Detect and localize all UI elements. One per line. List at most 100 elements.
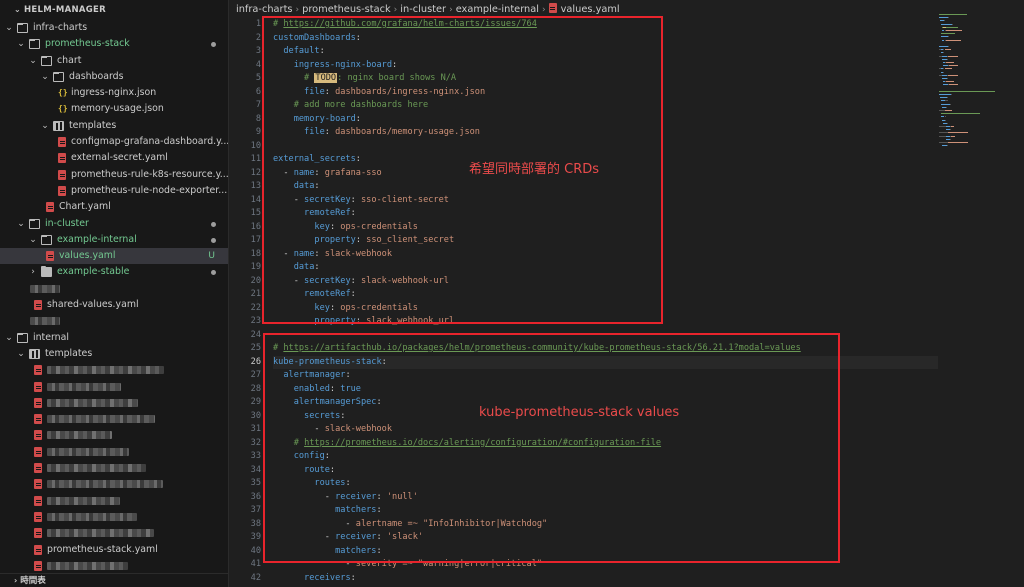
tree-file[interactable]: prometheus-stack.yaml bbox=[0, 542, 228, 558]
tree-file[interactable] bbox=[0, 379, 228, 395]
minimap-line bbox=[948, 84, 959, 86]
minimap-line bbox=[945, 119, 947, 121]
tree-file[interactable]: {} ingress-nginx.json bbox=[0, 85, 228, 101]
yaml-file-icon bbox=[34, 544, 42, 555]
tree-file[interactable]: Chart.yaml bbox=[0, 199, 228, 215]
chevron-down-icon[interactable]: ⌄ bbox=[4, 20, 14, 36]
line-number: 18 bbox=[250, 248, 261, 259]
section-chevron-icon[interactable]: ⌄ bbox=[14, 5, 21, 14]
breadcrumb-separator-icon: › bbox=[449, 5, 453, 15]
tree-folder[interactable]: ⌄ templates bbox=[0, 118, 228, 134]
minimap-line bbox=[941, 36, 948, 38]
tree-file[interactable]: shared-values.yaml bbox=[0, 297, 228, 313]
tree-file[interactable] bbox=[0, 281, 228, 297]
tree-file[interactable] bbox=[0, 411, 228, 427]
tree-item-label: example-stable bbox=[57, 266, 130, 278]
breadcrumb-item[interactable]: in-cluster bbox=[400, 4, 446, 15]
minimap-line bbox=[939, 46, 948, 47]
tree-file[interactable] bbox=[0, 525, 228, 541]
explorer-header: ⌄ HELM-MANAGER bbox=[0, 0, 228, 20]
breadcrumb-item[interactable]: prometheus-stack bbox=[302, 4, 391, 15]
yaml-key: receivers bbox=[304, 572, 351, 583]
chevron-down-icon[interactable]: ⌄ bbox=[16, 36, 26, 52]
minimap-line bbox=[948, 55, 958, 57]
line-number: 10 bbox=[250, 140, 261, 151]
tree-file[interactable] bbox=[0, 460, 228, 476]
minimap-line bbox=[940, 14, 968, 15]
line-number: 13 bbox=[250, 181, 261, 191]
chevron-down-icon[interactable]: ⌄ bbox=[16, 216, 26, 232]
line-number: 25 bbox=[250, 343, 261, 353]
minimap[interactable] bbox=[939, 14, 1014, 194]
tree-file[interactable] bbox=[0, 509, 228, 525]
tree-file[interactable] bbox=[0, 427, 228, 443]
tree-file[interactable]: external-secret.yaml bbox=[0, 150, 228, 166]
minimap-line bbox=[940, 90, 996, 92]
tree-file[interactable] bbox=[0, 362, 228, 378]
editor-pane: infra-charts › prometheus-stack › in-cluster… bbox=[229, 0, 1024, 587]
yaml-file-icon bbox=[34, 414, 42, 425]
minimap-line bbox=[941, 23, 952, 25]
timeline-section[interactable]: › 時間表 bbox=[0, 573, 228, 587]
minimap-line bbox=[947, 46, 949, 47]
tree-file[interactable] bbox=[0, 476, 228, 492]
tree-file[interactable] bbox=[0, 444, 228, 460]
tree-file[interactable]: prometheus-rule-k8s-resource.y... bbox=[0, 167, 228, 183]
tree-file[interactable]: values.yaml U bbox=[0, 248, 228, 265]
workspace-title[interactable]: HELM-MANAGER bbox=[24, 5, 106, 15]
tree-file[interactable]: configmap-grafana-dashboard.y... bbox=[0, 134, 228, 150]
line-number: 6 bbox=[255, 86, 261, 97]
chevron-down-icon[interactable]: ⌄ bbox=[28, 232, 38, 248]
tree-file[interactable] bbox=[0, 395, 228, 411]
tree-folder[interactable]: ⌄ in-cluster bbox=[0, 216, 228, 232]
tree-file[interactable]: prometheus-rule-node-exporter.... bbox=[0, 183, 228, 199]
code-line[interactable]: receivers: bbox=[273, 572, 933, 586]
tree-folder[interactable]: ⌄ chart bbox=[0, 53, 228, 69]
line-number: 22 bbox=[250, 302, 261, 313]
line-number: 36 bbox=[250, 491, 261, 502]
tree-folder[interactable]: ⌄ templates bbox=[0, 346, 228, 362]
folder-icon bbox=[53, 71, 64, 82]
minimap-line bbox=[947, 58, 949, 60]
minimap-line bbox=[947, 78, 949, 79]
explorer-sidebar: ⌄ HELM-MANAGER ⌄ infra-charts ⌄ prometheus-s… bbox=[0, 0, 229, 587]
line-number: 5 bbox=[255, 73, 261, 83]
json-file-icon: {} bbox=[58, 104, 68, 114]
tree-file[interactable] bbox=[0, 558, 228, 574]
minimap-line bbox=[948, 65, 959, 67]
folder-icon bbox=[17, 23, 28, 33]
tree-folder[interactable]: ⌄ internal bbox=[0, 330, 228, 346]
line-number: 12 bbox=[250, 167, 261, 178]
tree-file[interactable] bbox=[0, 493, 228, 509]
line-number: 24 bbox=[250, 329, 261, 340]
minimap-line bbox=[947, 132, 969, 134]
breadcrumb-item[interactable]: infra-charts bbox=[236, 4, 293, 15]
tree-folder[interactable]: ⌄ example-internal bbox=[0, 232, 228, 248]
minimap-line bbox=[943, 71, 945, 73]
minimap-line bbox=[939, 129, 946, 130]
breadcrumb-item[interactable]: example-internal bbox=[456, 4, 539, 15]
tree-folder[interactable]: ⌄ dashboards bbox=[0, 69, 228, 85]
tree-folder[interactable]: ⌄ prometheus-stack bbox=[0, 36, 228, 52]
section-chevron-icon: › bbox=[14, 576, 18, 585]
tree-file[interactable]: {} memory-usage.json bbox=[0, 101, 228, 117]
tree-folder[interactable]: › example-stable bbox=[0, 264, 228, 280]
chevron-down-icon[interactable]: ⌄ bbox=[16, 346, 26, 362]
line-number: 3 bbox=[255, 46, 261, 56]
line-number: 9 bbox=[255, 127, 261, 137]
minimap-line bbox=[939, 132, 948, 134]
breadcrumb-item[interactable]: values.yaml bbox=[561, 4, 620, 15]
annotation-values: kube-prometheus-stack values bbox=[479, 405, 680, 420]
minimap-line bbox=[947, 145, 949, 147]
chevron-down-icon[interactable]: ⌄ bbox=[4, 330, 14, 346]
tree-file[interactable] bbox=[0, 313, 228, 329]
tree-item-label: external-secret.yaml bbox=[71, 152, 168, 164]
chevron-down-icon[interactable]: ⌄ bbox=[40, 118, 50, 134]
tree-folder[interactable]: ⌄ infra-charts bbox=[0, 20, 228, 36]
chevron-down-icon[interactable]: ⌄ bbox=[28, 53, 38, 69]
chevron-down-icon[interactable]: ⌄ bbox=[40, 69, 50, 85]
yaml-file-icon bbox=[34, 560, 42, 571]
redacted-label bbox=[47, 512, 137, 521]
chevron-right-icon[interactable]: › bbox=[28, 264, 38, 280]
folder-icon bbox=[53, 120, 64, 131]
